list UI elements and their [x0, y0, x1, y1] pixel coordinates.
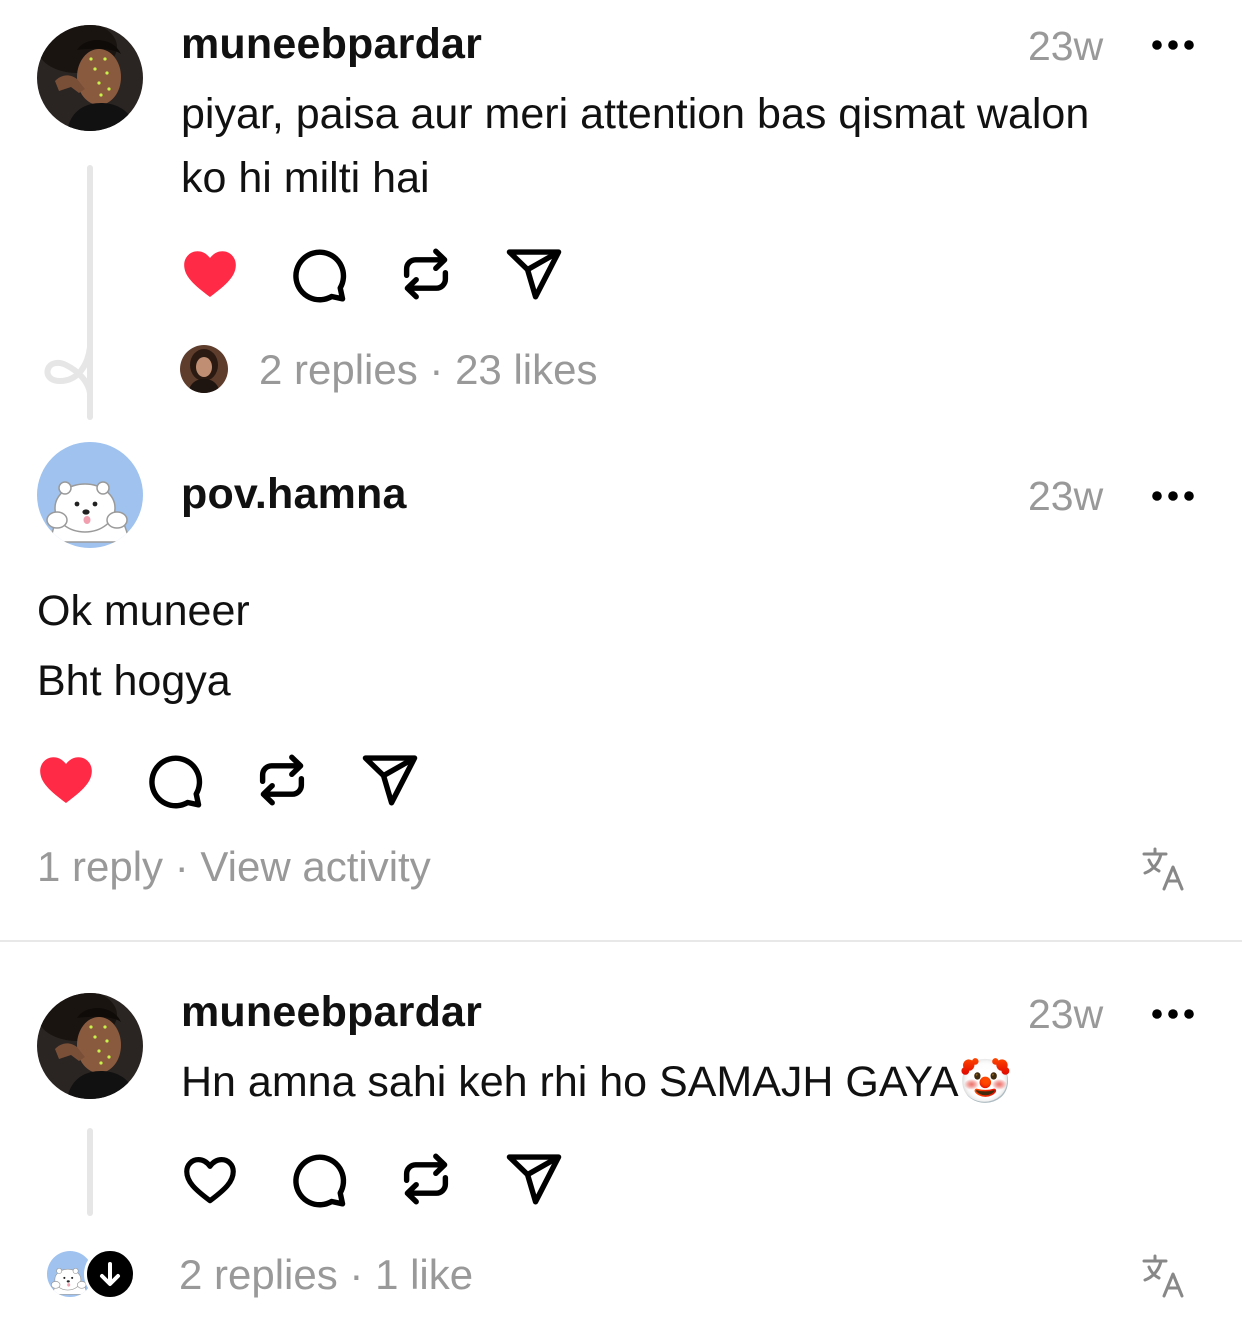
replies-likes-count[interactable]: 2 replies · 23 likes — [259, 346, 597, 394]
thread-line — [87, 1128, 93, 1216]
replies-likes-count[interactable]: 2 replies · 1 like — [179, 1251, 473, 1299]
share-icon[interactable] — [503, 1148, 565, 1210]
arrow-down-icon[interactable] — [84, 1248, 136, 1300]
share-icon[interactable] — [503, 243, 565, 305]
more-icon[interactable] — [1151, 489, 1195, 501]
repost-icon[interactable] — [395, 243, 457, 305]
username[interactable]: muneebpardar — [181, 988, 482, 1037]
heart-filled-icon[interactable] — [179, 242, 241, 304]
more-icon[interactable] — [1151, 1007, 1195, 1019]
repost-icon[interactable] — [395, 1148, 457, 1210]
avatar[interactable] — [37, 25, 143, 131]
comment-icon[interactable] — [143, 749, 205, 811]
translate-icon[interactable] — [1140, 845, 1188, 893]
post-text-line: ko hi milti hai — [181, 154, 430, 202]
post-text-line: piyar, paisa aur meri attention bas qism… — [181, 90, 1090, 138]
timestamp: 23w — [1028, 23, 1104, 69]
avatar[interactable] — [37, 993, 143, 1099]
replier-avatar[interactable] — [180, 345, 228, 393]
clown-emoji: 🤡 — [958, 1057, 1013, 1107]
share-icon[interactable] — [359, 749, 421, 811]
post-text: Ok muneer Bht hogya — [37, 576, 250, 716]
avatar[interactable] — [37, 442, 143, 548]
timestamp: 23w — [1028, 991, 1104, 1037]
heart-outline-icon[interactable] — [179, 1148, 241, 1210]
post-text-line: Bht hogya — [37, 657, 231, 705]
divider — [0, 940, 1242, 942]
timestamp: 23w — [1028, 473, 1104, 519]
translate-icon[interactable] — [1140, 1252, 1188, 1300]
post-text-content: Hn amna sahi keh rhi ho SAMAJH GAYA — [181, 1058, 959, 1106]
post-text: Hn amna sahi keh rhi ho SAMAJH GAYA🤡 — [181, 1050, 1012, 1114]
post-text-line: Ok muneer — [37, 587, 250, 635]
thread-loop-icon — [44, 345, 93, 395]
comment-icon[interactable] — [287, 243, 349, 305]
heart-filled-icon[interactable] — [35, 748, 97, 810]
repost-icon[interactable] — [251, 749, 313, 811]
post-text: piyar, paisa aur meri attention bas qism… — [181, 82, 1089, 210]
reply-activity-link[interactable]: 1 reply · View activity — [37, 843, 431, 891]
comment-icon[interactable] — [287, 1148, 349, 1210]
username[interactable]: pov.hamna — [181, 470, 407, 519]
username[interactable]: muneebpardar — [181, 20, 482, 69]
more-icon[interactable] — [1151, 38, 1195, 50]
